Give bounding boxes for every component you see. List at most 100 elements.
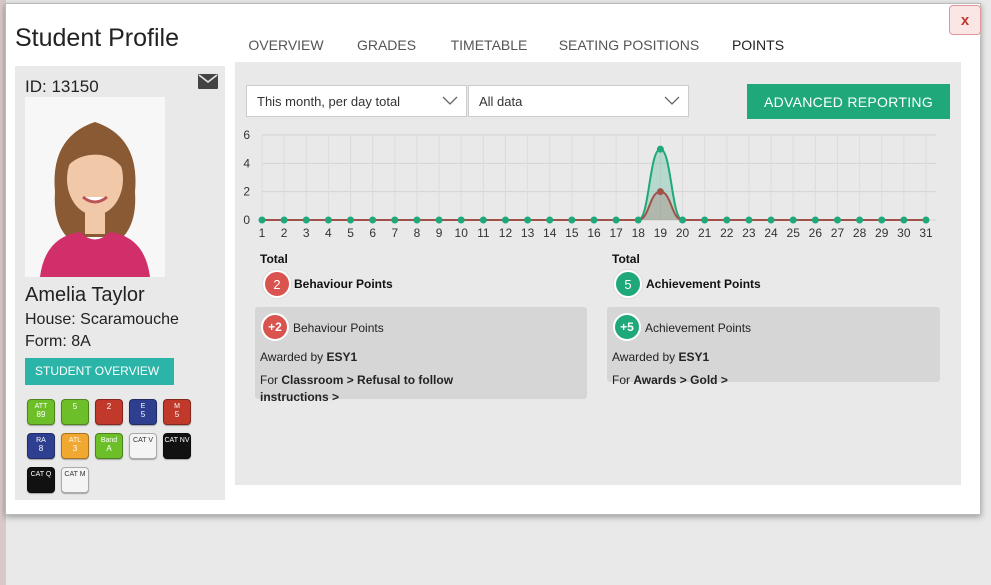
x-tick-label: 17 — [609, 226, 623, 240]
data-point — [767, 216, 775, 224]
badge-value: 89 — [36, 410, 46, 419]
data-point — [856, 216, 864, 224]
achievement-point-card: +5 Achievement Points Awarded by ESY1 Fo… — [607, 307, 940, 387]
badge-6[interactable]: ATL 3 — [61, 433, 89, 459]
data-point — [878, 216, 886, 224]
student-photo — [25, 97, 165, 277]
tab-points[interactable]: POINTS — [716, 34, 800, 64]
badge-value: 2 — [106, 402, 112, 411]
x-tick-label: 27 — [831, 226, 845, 240]
badge-grid: ATT 89 5 2 E 5 M 5 RA 8 ATL 3 Band A CAT V CAT NV CAT QC… — [27, 399, 207, 499]
behaviour-point-card: +2 Behaviour Points Awarded by ESY1 For … — [255, 307, 587, 404]
page-title: Student Profile — [15, 24, 179, 52]
data-point — [900, 216, 908, 224]
behaviour-card-title: Behaviour Points — [293, 321, 384, 335]
x-tick-label: 29 — [875, 226, 889, 240]
badge-0[interactable]: ATT 89 — [27, 399, 55, 425]
data-point — [723, 216, 731, 224]
behaviour-total-label: Behaviour Points — [294, 277, 393, 291]
behaviour-card-awarded: Awarded by ESY1 — [260, 350, 358, 364]
y-tick-label: 6 — [243, 128, 250, 142]
mail-icon[interactable] — [198, 74, 218, 89]
x-tick-label: 14 — [543, 226, 557, 240]
badge-value: 5 — [72, 402, 78, 411]
x-tick-label: 4 — [325, 226, 332, 240]
badge-10[interactable]: CAT Q — [27, 467, 55, 493]
data-point — [302, 216, 310, 224]
badge-8[interactable]: CAT V — [129, 433, 157, 459]
x-tick-label: 28 — [853, 226, 867, 240]
badge-3[interactable]: E5 — [129, 399, 157, 425]
badge-label: RA — [36, 437, 46, 444]
period-select[interactable]: This month, per day total — [246, 85, 467, 117]
data-point — [612, 216, 620, 224]
badge-5[interactable]: RA 8 — [27, 433, 55, 459]
x-tick-label: 19 — [654, 226, 668, 240]
data-point — [280, 216, 288, 224]
student-house: House: Scaramouche — [25, 311, 179, 328]
student-id: ID: 13150 — [25, 77, 99, 96]
badge-value: 3 — [72, 444, 78, 453]
data-point — [656, 145, 664, 153]
data-point — [546, 216, 554, 224]
x-tick-label: 31 — [919, 226, 933, 240]
badge-4[interactable]: M5 — [163, 399, 191, 425]
data-point — [413, 216, 421, 224]
x-tick-label: 18 — [632, 226, 646, 240]
badge-2[interactable]: 2 — [95, 399, 123, 425]
badge-1[interactable]: 5 — [61, 399, 89, 425]
tab-overview[interactable]: OVERVIEW — [235, 34, 337, 64]
data-point — [833, 216, 841, 224]
data-point — [501, 216, 509, 224]
x-tick-label: 22 — [720, 226, 734, 240]
data-point — [745, 216, 753, 224]
badge-label: Band — [100, 437, 118, 444]
x-tick-label: 30 — [897, 226, 911, 240]
badge-label: ATT — [34, 403, 48, 410]
badge-value: 5 — [140, 410, 146, 419]
student-overview-button[interactable]: STUDENT OVERVIEW — [25, 358, 174, 385]
advanced-reporting-button[interactable]: ADVANCED REPORTING — [747, 84, 950, 119]
data-point — [369, 216, 377, 224]
y-tick-label: 0 — [243, 213, 250, 227]
data-point — [258, 216, 266, 224]
data-point — [479, 216, 487, 224]
badge-label: E — [140, 403, 146, 410]
data-point — [391, 216, 399, 224]
achievement-total-heading: Total — [612, 252, 640, 266]
tab-grades[interactable]: GRADES — [342, 34, 431, 64]
data-point — [324, 216, 332, 224]
badge-7[interactable]: Band A — [95, 433, 123, 459]
badge-label: CAT Q — [30, 471, 52, 478]
x-tick-label: 16 — [587, 226, 601, 240]
student-sidebar: ID: 13150 Amelia Taylor House: Scaramouc… — [15, 66, 225, 500]
x-tick-label: 13 — [521, 226, 535, 240]
student-form: Form: 8A — [25, 333, 91, 350]
data-point — [347, 216, 355, 224]
x-tick-label: 7 — [391, 226, 398, 240]
badge-11[interactable]: CAT M — [61, 467, 89, 493]
tab-seating-positions[interactable]: SEATING POSITIONS — [547, 34, 711, 64]
x-tick-label: 2 — [281, 226, 288, 240]
data-select-value: All data — [479, 94, 523, 109]
badge-9[interactable]: CAT NV — [163, 433, 191, 459]
student-profile-modal: x Student Profile OVERVIEW GRADES TIMETA… — [5, 3, 981, 515]
badge-label: ATL — [68, 437, 82, 444]
behaviour-total-count: 2 — [263, 270, 291, 298]
achievement-card-reason: For Awards > Gold > — [612, 373, 728, 387]
tab-timetable[interactable]: TIMETABLE — [436, 34, 542, 64]
data-select[interactable]: All data — [468, 85, 689, 117]
close-button[interactable]: x — [949, 5, 981, 35]
achievement-card-points: +5 — [613, 313, 641, 341]
data-point — [457, 216, 465, 224]
x-tick-label: 25 — [787, 226, 801, 240]
badge-label: CAT M — [64, 471, 86, 478]
points-panel: This month, per day total All data ADVAN… — [235, 62, 961, 485]
data-point — [789, 216, 797, 224]
behaviour-total-heading: Total — [260, 252, 288, 266]
behaviour-card-points: +2 — [261, 313, 289, 341]
achievement-total-count: 5 — [614, 270, 642, 298]
chevron-down-icon — [664, 96, 680, 105]
chevron-down-icon — [442, 96, 458, 105]
x-tick-label: 20 — [676, 226, 690, 240]
